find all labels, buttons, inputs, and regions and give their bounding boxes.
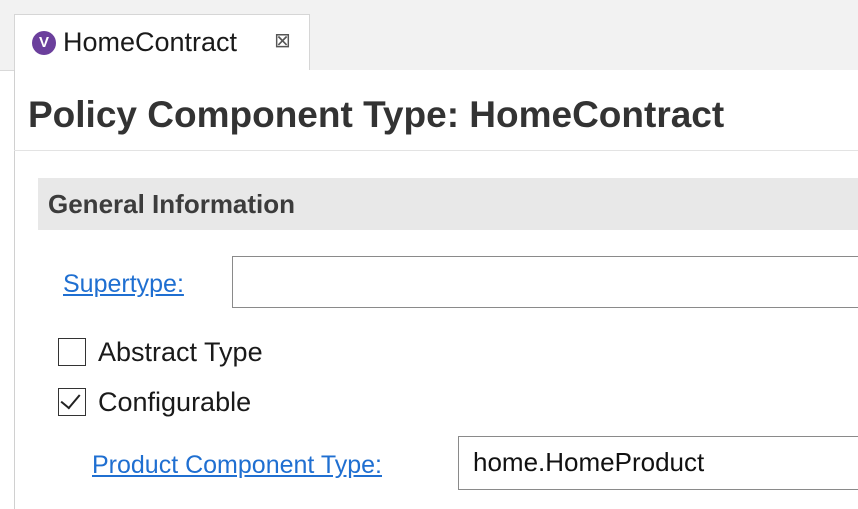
supertype-link[interactable]: Supertype:: [63, 268, 184, 300]
configurable-checkbox[interactable]: [58, 388, 86, 416]
abstract-type-checkbox[interactable]: [58, 338, 86, 366]
section-title: General Information: [48, 189, 296, 219]
product-component-type-value: home.HomeProduct: [473, 447, 705, 477]
title-divider: [14, 150, 858, 151]
check-icon: [60, 388, 81, 410]
configurable-label: Configurable: [98, 387, 252, 417]
abstract-type-label: Abstract Type: [98, 337, 263, 367]
close-icon[interactable]: ⊠: [274, 27, 291, 55]
supertype-input[interactable]: [232, 256, 858, 308]
policy-component-type-icon: V: [32, 31, 56, 55]
tab-homecontract[interactable]: V HomeContract ⊠: [14, 14, 310, 70]
page-title: Policy Component Type: HomeContract: [28, 94, 725, 135]
editor-tab-bar: V HomeContract ⊠: [0, 0, 858, 71]
product-component-type-input[interactable]: home.HomeProduct: [458, 436, 858, 490]
section-general-information[interactable]: General Information: [38, 178, 858, 230]
product-component-type-link[interactable]: Product Component Type:: [92, 449, 382, 481]
tab-label: HomeContract: [63, 27, 238, 57]
